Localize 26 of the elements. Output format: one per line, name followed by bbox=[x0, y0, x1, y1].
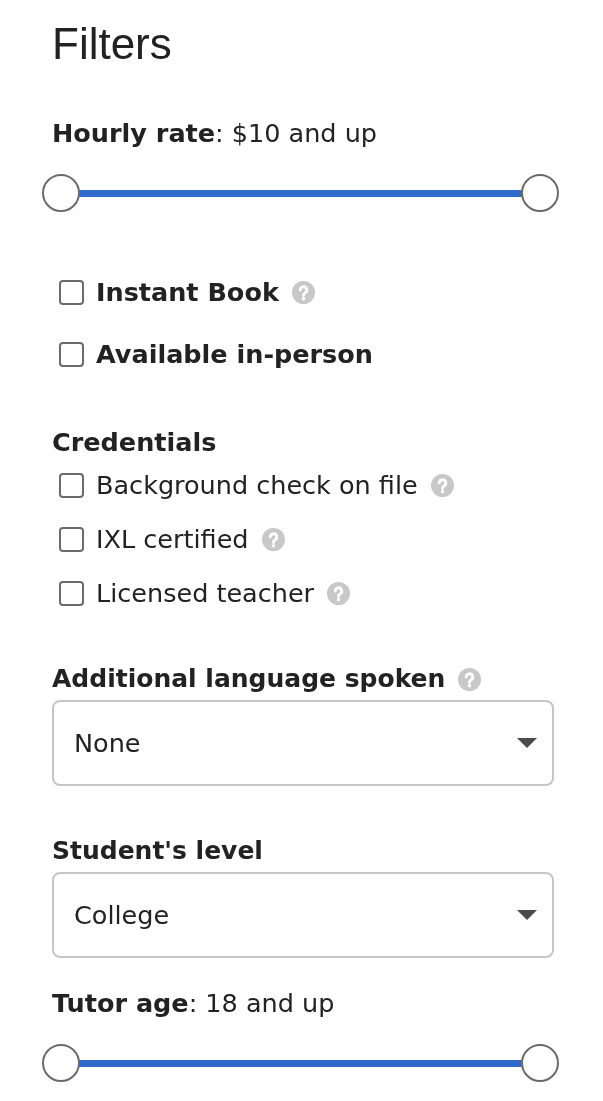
checkbox[interactable] bbox=[59, 580, 84, 606]
range-slider[interactable] bbox=[42, 1044, 559, 1082]
checkbox-label[interactable]: Available in-person bbox=[96, 337, 373, 371]
checkbox[interactable] bbox=[59, 279, 84, 305]
slider-handle[interactable] bbox=[521, 174, 559, 212]
checkbox[interactable] bbox=[59, 341, 84, 367]
slider-handle[interactable] bbox=[42, 174, 80, 212]
dropdown[interactable]: None bbox=[52, 700, 554, 786]
panel-title: Filters bbox=[52, 18, 172, 70]
section-heading: Credentials bbox=[52, 426, 217, 458]
checkbox-label[interactable]: IXL certified bbox=[96, 522, 249, 556]
checkbox[interactable] bbox=[59, 472, 84, 498]
checkbox-label[interactable]: Licensed teacher bbox=[96, 576, 315, 610]
checkbox[interactable] bbox=[59, 526, 84, 552]
field-label: Student's level bbox=[52, 835, 263, 867]
range-slider[interactable] bbox=[42, 174, 559, 212]
checkbox-label[interactable]: Instant Book bbox=[96, 275, 279, 309]
field-label: Additional language spoken bbox=[52, 663, 446, 695]
slider-label: Tutor age: 18 and up bbox=[52, 987, 335, 1019]
caret-icon bbox=[517, 738, 537, 748]
caret-icon bbox=[517, 910, 537, 920]
slider-handle[interactable] bbox=[521, 1044, 559, 1082]
dropdown[interactable]: College bbox=[52, 872, 554, 958]
slider-label: Hourly rate: $10 and up bbox=[52, 117, 377, 149]
slider-handle[interactable] bbox=[42, 1044, 80, 1082]
checkbox-label[interactable]: Background check on file bbox=[96, 468, 418, 502]
